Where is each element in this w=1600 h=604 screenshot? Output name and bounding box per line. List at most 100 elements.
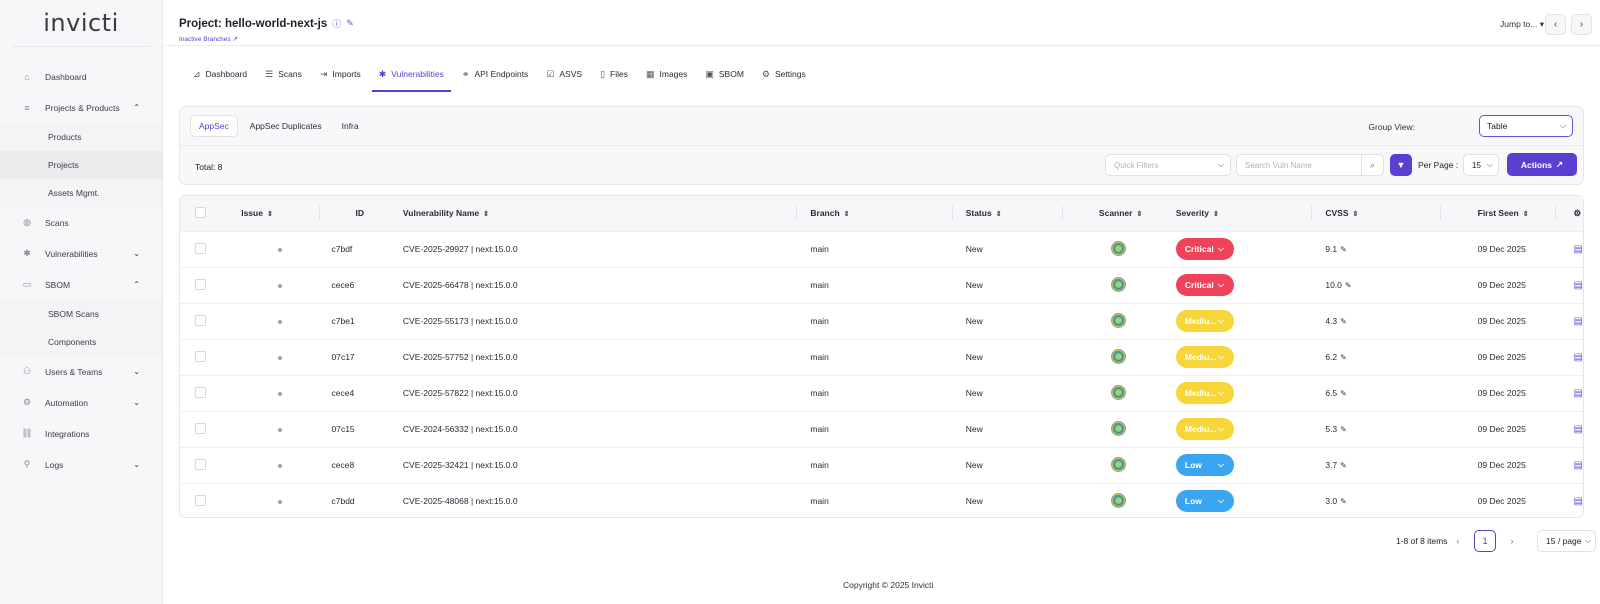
row-checkbox[interactable] xyxy=(195,494,206,506)
table-row[interactable]: c7bdf CVE-2025-29927 | next:15.0.0 main New… xyxy=(180,231,1583,267)
table-row[interactable]: c7be1 CVE-2025-55173 | next:15.0.0 main New… xyxy=(180,303,1583,339)
sidebar-subitem-assets-mgmt-[interactable]: Assets Mgmt. xyxy=(0,179,162,207)
sidebar-item-integrations[interactable]: ⛓ Integrations xyxy=(0,418,162,449)
next-project-button[interactable]: › xyxy=(1571,14,1592,35)
severity-dropdown[interactable]: Mediu... ⌵ xyxy=(1175,382,1234,404)
col-cvss[interactable]: CVSS ⇕ xyxy=(1312,196,1441,231)
subtab-infra[interactable]: Infra xyxy=(334,115,367,137)
col-first-seen[interactable]: First Seen ⇕ xyxy=(1441,196,1556,231)
sidebar-subitem-projects[interactable]: Projects xyxy=(0,151,162,179)
document-icon[interactable]: ▤ xyxy=(1574,388,1583,399)
tab-imports[interactable]: ⇥ Imports xyxy=(313,66,368,92)
search-icon[interactable]: ⌕ xyxy=(1361,155,1383,175)
row-checkbox[interactable] xyxy=(195,422,206,434)
pagination-page-1[interactable]: 1 xyxy=(1474,530,1496,552)
severity-dropdown[interactable]: Mediu... ⌵ xyxy=(1175,346,1234,368)
group-view-select[interactable]: Table ⌵ xyxy=(1479,115,1573,137)
sidebar-item-users-teams[interactable]: ⚇ Users & Teams ⌄ xyxy=(0,356,162,387)
sidebar-item-logs[interactable]: ⚲ Logs ⌄ xyxy=(0,449,162,480)
edit-icon[interactable]: ✎ xyxy=(1340,353,1347,362)
col-branch[interactable]: Branch ⇕ xyxy=(797,196,953,231)
page-size-select[interactable]: 15 / page ⌵ xyxy=(1537,530,1596,552)
table-row[interactable]: cece6 CVE-2025-66478 | next:15.0.0 main New… xyxy=(180,267,1583,303)
table-row[interactable]: 07c17 CVE-2025-57752 | next:15.0.0 main New… xyxy=(180,339,1583,375)
tab-files[interactable]: ▯ Files xyxy=(593,66,635,92)
edit-icon[interactable]: ✎ xyxy=(1340,245,1347,254)
document-icon[interactable]: ▤ xyxy=(1574,316,1583,327)
quick-filters-select[interactable]: Quick Filters ⌵ xyxy=(1105,154,1231,176)
filter-button[interactable]: ▼ xyxy=(1390,154,1412,176)
cvss-value: 3.7 xyxy=(1325,460,1338,470)
col-vuln-name[interactable]: Vulnerability Name ⇕ xyxy=(399,196,798,231)
row-checkbox[interactable] xyxy=(195,242,206,254)
edit-icon[interactable]: ✎ xyxy=(1340,425,1347,434)
gear-icon[interactable]: ⚙ xyxy=(1574,208,1582,218)
tab-sbom[interactable]: ▣ SBOM xyxy=(698,66,751,92)
prev-project-button[interactable]: ‹ xyxy=(1545,14,1566,35)
tab-dashboard[interactable]: ⊿ Dashboard xyxy=(186,66,254,92)
edit-icon[interactable]: ✎ xyxy=(1340,497,1347,506)
pagination-prev-button[interactable]: ‹ xyxy=(1447,530,1469,552)
per-page-select[interactable]: 15 ⌵ xyxy=(1463,154,1499,176)
info-icon[interactable]: ⓘ xyxy=(332,17,341,30)
col-issue[interactable]: Issue ⇕ xyxy=(223,196,321,231)
col-status[interactable]: Status ⇕ xyxy=(953,196,1063,231)
severity-dropdown[interactable]: Mediu... ⌵ xyxy=(1175,310,1234,332)
actions-button[interactable]: Actions ↗ xyxy=(1507,153,1577,176)
sidebar-subitem-sbom-scans[interactable]: SBOM Scans xyxy=(0,300,162,328)
row-checkbox[interactable] xyxy=(195,350,206,362)
tab-api-endpoints[interactable]: ⚭ API Endpoints xyxy=(455,66,535,92)
row-checkbox[interactable] xyxy=(195,314,206,326)
document-icon[interactable]: ▤ xyxy=(1574,496,1583,507)
sidebar-item-dashboard[interactable]: ⌂ Dashboard xyxy=(0,61,162,92)
document-icon[interactable]: ▤ xyxy=(1574,424,1583,435)
edit-icon[interactable]: ✎ xyxy=(346,18,354,29)
document-icon[interactable]: ▤ xyxy=(1574,244,1583,255)
sidebar-item-scans[interactable]: ◍ Scans xyxy=(0,207,162,238)
tab-scans[interactable]: ☰ Scans xyxy=(258,66,309,92)
jump-to-dropdown[interactable]: Jump to... ▾ xyxy=(1500,19,1544,30)
sidebar-subitem-products[interactable]: Products xyxy=(0,123,162,151)
edit-icon[interactable]: ✎ xyxy=(1340,389,1347,398)
severity-dropdown[interactable]: Low ⌵ xyxy=(1175,490,1234,513)
edit-icon[interactable]: ✎ xyxy=(1345,281,1352,290)
tab-asvs[interactable]: ☑ ASVS xyxy=(539,66,589,92)
table-header-row: Issue ⇕ ID Vulnerability Name ⇕ Branch ⇕ St… xyxy=(180,196,1583,231)
tab-images[interactable]: ▦ Images xyxy=(639,66,694,92)
col-severity[interactable]: Severity ⇕ xyxy=(1165,196,1313,231)
sidebar-item-automation[interactable]: ⚙ Automation ⌄ xyxy=(0,387,162,418)
invicti-logo[interactable]: invicti xyxy=(12,0,150,47)
per-page-value: 15 xyxy=(1472,160,1481,170)
col-scanner[interactable]: Scanner ⇕ xyxy=(1063,196,1165,231)
document-icon[interactable]: ▤ xyxy=(1574,280,1583,291)
select-all-checkbox[interactable] xyxy=(195,206,206,218)
search-vuln-input[interactable]: Search Vuln Name ⌕ xyxy=(1236,154,1384,176)
sidebar-item-projects-products[interactable]: ≡ Projects & Products ⌃ xyxy=(0,92,162,123)
table-row[interactable]: cece8 CVE-2025-32421 | next:15.0.0 main New… xyxy=(180,447,1583,483)
edit-icon[interactable]: ✎ xyxy=(1340,317,1347,326)
row-checkbox[interactable] xyxy=(195,386,206,398)
pagination-next-button[interactable]: › xyxy=(1501,530,1523,552)
severity-dropdown[interactable]: Critical ⌵ xyxy=(1175,274,1234,296)
tab-vulnerabilities[interactable]: ✱ Vulnerabilities xyxy=(371,66,451,92)
row-checkbox[interactable] xyxy=(195,458,206,470)
severity-dropdown[interactable]: Mediu... ⌵ xyxy=(1175,418,1234,440)
sidebar-item-sbom[interactable]: ▭ SBOM ⌃ xyxy=(0,269,162,300)
sidebar-subitem-components[interactable]: Components xyxy=(0,328,162,356)
document-icon[interactable]: ▤ xyxy=(1574,460,1583,471)
document-icon[interactable]: ▤ xyxy=(1574,352,1583,363)
tab-settings[interactable]: ⚙ Settings xyxy=(755,66,813,92)
sidebar-item-vulnerabilities[interactable]: ✱ Vulnerabilities ⌄ xyxy=(0,238,162,269)
subtab-appsec-duplicates[interactable]: AppSec Duplicates xyxy=(242,115,330,137)
inactive-branches-link[interactable]: Inactive Branches ↗ xyxy=(179,35,238,43)
row-checkbox[interactable] xyxy=(195,278,206,290)
severity-dropdown[interactable]: Low ⌵ xyxy=(1175,454,1234,476)
table-row[interactable]: 07c15 CVE-2024-56332 | next:15.0.0 main New… xyxy=(180,411,1583,447)
edit-icon[interactable]: ✎ xyxy=(1340,461,1347,470)
severity-dropdown[interactable]: Critical ⌵ xyxy=(1175,238,1234,260)
subtab-appsec[interactable]: AppSec xyxy=(190,115,238,137)
first-seen-cell: 09 Dec 2025 xyxy=(1477,496,1526,507)
table-row[interactable]: cece4 CVE-2025-57822 | next:15.0.0 main New… xyxy=(180,375,1583,411)
cvss-value: 3.0 xyxy=(1325,496,1338,507)
table-row[interactable]: c7bdd CVE-2025-48068 | next:15.0.0 main New… xyxy=(180,483,1583,517)
